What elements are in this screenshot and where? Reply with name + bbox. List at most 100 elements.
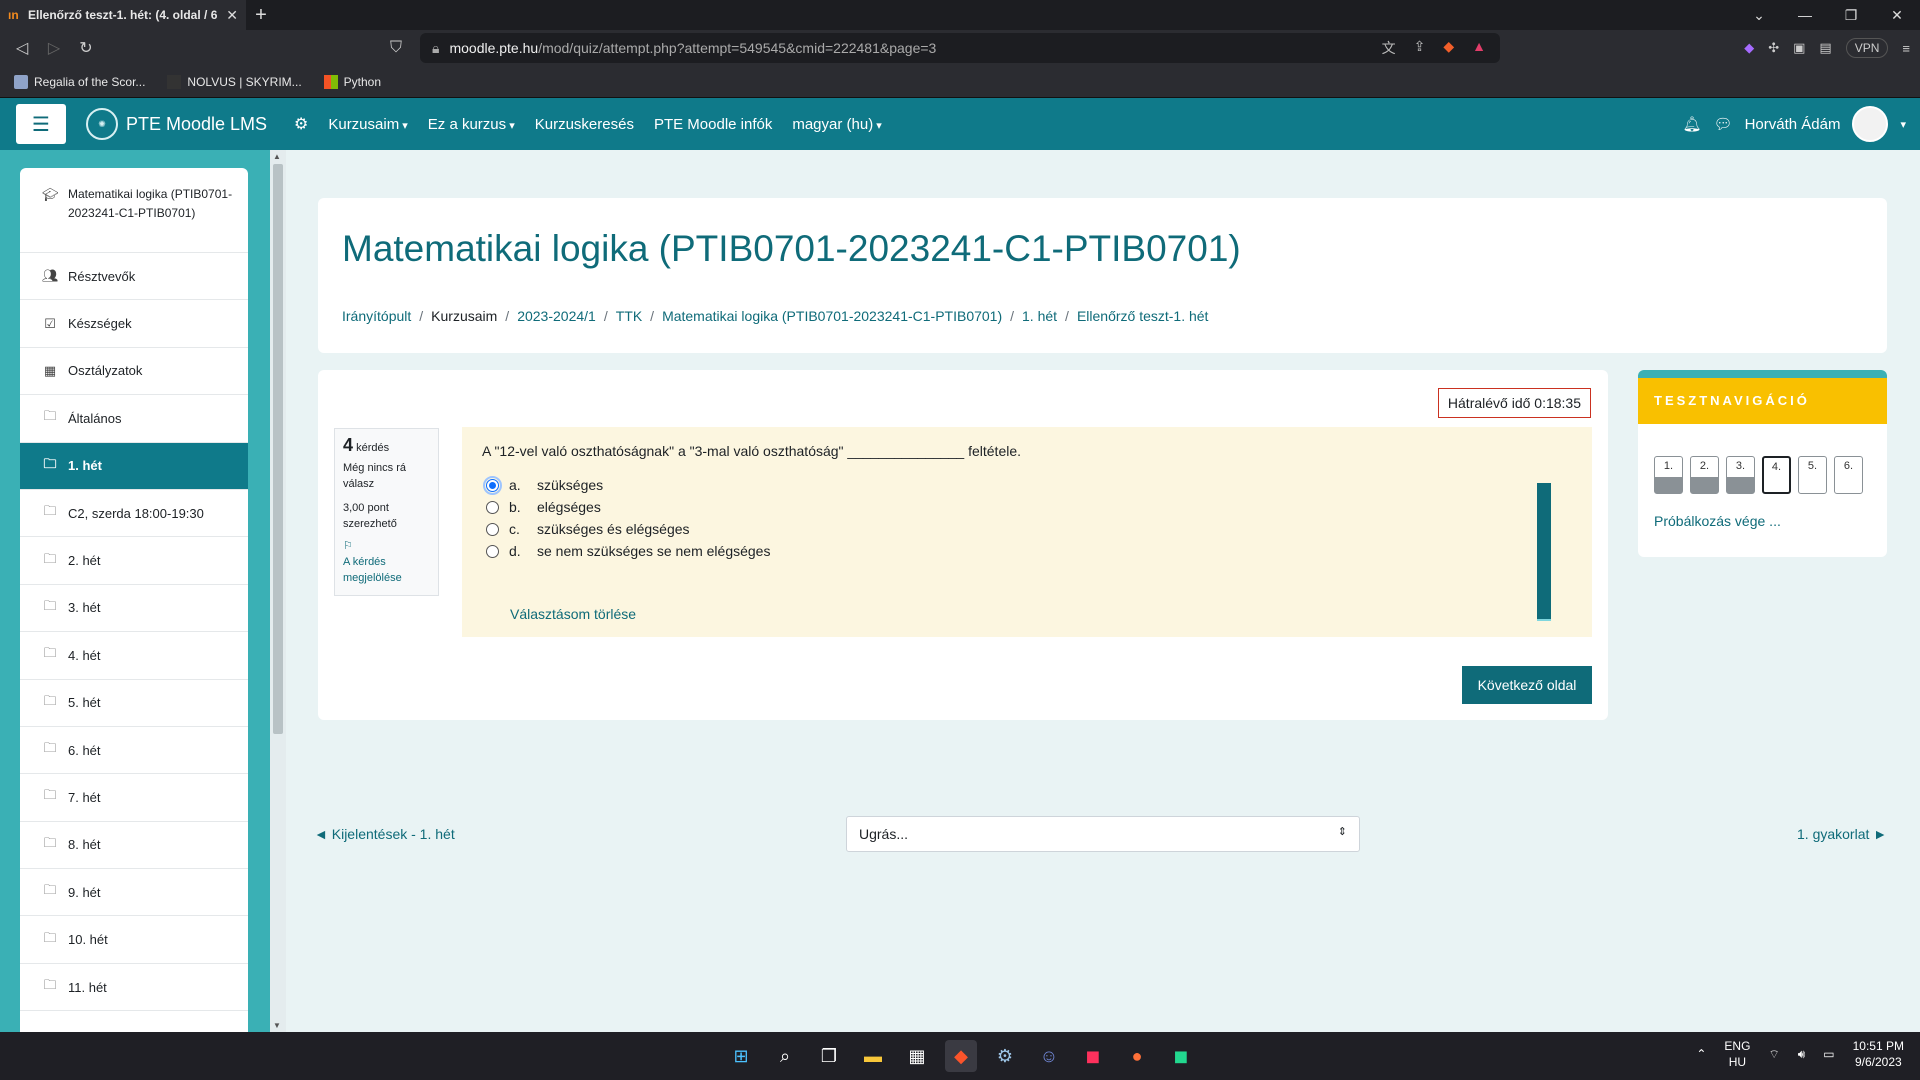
bookmark-item[interactable]: Python [323, 74, 381, 89]
answer-option[interactable]: d. se nem szükséges se nem elégséges [486, 543, 770, 559]
clock[interactable]: 10:51 PM 9/6/2023 [1853, 1038, 1904, 1070]
sidebar-item[interactable]: ▦ Osztályzatok [20, 348, 248, 396]
bookmark-item[interactable]: Regalia of the Scor... [14, 74, 145, 89]
sidebar-item[interactable]: 🗀 9. hét [20, 869, 248, 917]
vpn-button[interactable]: VPN [1845, 38, 1889, 58]
file-explorer-icon[interactable]: ▬ [857, 1040, 889, 1072]
finish-attempt-link[interactable]: Próbálkozás vége ... [1654, 513, 1781, 529]
site-brand[interactable]: ✺ PTE Moodle LMS [86, 108, 267, 140]
firefox-icon[interactable]: ● [1121, 1040, 1153, 1072]
quiz-nav-button[interactable]: 2. [1690, 456, 1719, 494]
wifi-icon[interactable]: ⌔ [1768, 1047, 1779, 1062]
sidebar-scrollbar[interactable]: ▲ ▼ [270, 150, 286, 1032]
sidebar-item[interactable]: 🗀 2. hét [20, 537, 248, 585]
sidebar-item[interactable]: 🗀 7. hét [20, 774, 248, 822]
answer-radio[interactable] [486, 500, 499, 514]
clear-choice-link[interactable]: Választásom törlése [510, 606, 636, 622]
new-tab-button[interactable]: + [246, 0, 276, 30]
quiz-nav-button[interactable]: 4. [1762, 456, 1791, 494]
search-icon[interactable]: ⌕ [769, 1040, 801, 1072]
bell-icon[interactable]: 🔔︎ [1683, 115, 1702, 133]
close-tab-icon[interactable]: ✕ [226, 7, 238, 24]
jump-to-select[interactable]: Ugrás... ⇕ [846, 816, 1360, 852]
prev-activity-link[interactable]: ◄ Kijelentések - 1. hét [314, 826, 455, 842]
sidebar-item[interactable]: 🗀 C2, szerda 18:00-19:30 [20, 490, 248, 538]
quiz-nav-button[interactable]: 6. [1834, 456, 1863, 494]
browser-tab[interactable]: ın Ellenőrző teszt-1. hét: (4. oldal / 6… [0, 0, 246, 30]
sidebar-item[interactable]: 🗀 8. hét [20, 822, 248, 870]
breadcrumb-item[interactable]: Ellenőrző teszt-1. hét [1077, 308, 1209, 324]
close-window-icon[interactable]: ✕ [1874, 0, 1920, 30]
wallet-icon[interactable]: ▤ [1819, 40, 1831, 56]
flag-question-link[interactable]: ⚐ A kérdés megjelölése [343, 538, 430, 586]
steam-icon[interactable]: ⚙ [989, 1040, 1021, 1072]
windows-start-icon[interactable]: ⊞ [725, 1040, 757, 1072]
scroll-down-icon[interactable]: ▼ [273, 1021, 281, 1030]
breadcrumb-item[interactable]: 1. hét [1022, 308, 1057, 324]
back-icon[interactable]: ◁ [6, 32, 38, 64]
answer-option[interactable]: a. szükséges [483, 475, 603, 495]
breadcrumb-item[interactable]: TTK [616, 308, 642, 324]
translate-icon[interactable]: 文 [1382, 38, 1396, 58]
intellij-icon[interactable]: ◼ [1077, 1040, 1109, 1072]
answer-radio[interactable] [486, 522, 499, 536]
quiz-nav-button[interactable]: 3. [1726, 456, 1755, 494]
maximize-icon[interactable]: ❐ [1828, 0, 1874, 30]
next-page-button[interactable]: Következő oldal [1462, 666, 1592, 704]
answer-radio[interactable] [483, 475, 502, 495]
sidebar-item[interactable]: 🗀 11. hét [20, 964, 248, 1012]
brave-shield-icon[interactable]: ◆ [1443, 38, 1454, 58]
browser-menu-icon[interactable]: ≡ [1902, 41, 1910, 56]
sidebar-item[interactable]: 🗀 10. hét [20, 916, 248, 964]
language-indicator[interactable]: ENG HU [1724, 1038, 1750, 1070]
breadcrumb-item[interactable]: Irányítópult [342, 308, 411, 324]
menu-item-my-courses[interactable]: Kurzusaim [328, 116, 407, 133]
scroll-up-icon[interactable]: ▲ [273, 152, 281, 161]
menu-item-this-course[interactable]: Ez a kurzus [428, 116, 515, 133]
breadcrumb-item[interactable]: 2023-2024/1 [517, 308, 596, 324]
sidebar-item[interactable]: 👥︎ Résztvevők [20, 253, 248, 301]
reload-icon[interactable]: ↻ [70, 32, 102, 64]
extension-icon[interactable]: ◆ [1744, 40, 1754, 56]
tab-search-icon[interactable]: ⌄ [1736, 0, 1782, 30]
sidebar-item[interactable]: 🗀 6. hét [20, 727, 248, 775]
quiz-nav-button[interactable]: 5. [1798, 456, 1827, 494]
sidebar-item[interactable]: 🗀 4. hét [20, 632, 248, 680]
sidebar-item[interactable]: 🗀 Általános [20, 395, 248, 443]
sidebar-item[interactable]: ☑ Készségek [20, 300, 248, 348]
sidebar-item[interactable]: 🗀 3. hét [20, 585, 248, 633]
clion-icon[interactable]: ◼ [1165, 1040, 1197, 1072]
answer-option[interactable]: c. szükséges és elégséges [486, 521, 690, 537]
bookmark-item[interactable]: NOLVUS | SKYRIM... [167, 74, 302, 89]
forward-icon[interactable]: ▷ [38, 32, 70, 64]
menu-item-info[interactable]: PTE Moodle infók [654, 116, 772, 133]
settings-icon[interactable]: ⚙ [294, 114, 308, 134]
volume-icon[interactable]: 🔊︎ [1798, 1047, 1806, 1062]
minimize-icon[interactable]: — [1782, 0, 1828, 30]
next-activity-link[interactable]: 1. gyakorlat ► [1797, 826, 1887, 842]
avatar[interactable] [1852, 106, 1889, 142]
user-name[interactable]: Horváth Ádám [1745, 116, 1841, 133]
brave-rewards-icon[interactable]: ▲ [1472, 38, 1486, 58]
scrollbar-thumb[interactable] [273, 164, 283, 734]
breadcrumb-item[interactable]: Matematikai logika (PTIB0701-2023241-C1-… [662, 308, 1002, 324]
store-icon[interactable]: ▦ [901, 1040, 933, 1072]
drawer-toggle-button[interactable]: ☰ [16, 104, 66, 144]
menu-item-course-search[interactable]: Kurzuskeresés [535, 116, 634, 133]
puzzle-icon[interactable]: ✣ [1768, 40, 1779, 56]
menu-item-language[interactable]: magyar (hu) [792, 116, 881, 133]
answer-radio[interactable] [486, 544, 499, 558]
chevron-down-icon[interactable]: ▾ [1900, 118, 1906, 131]
quiz-nav-button[interactable]: 1. [1654, 456, 1683, 494]
battery-icon[interactable]: ▭ [1823, 1047, 1834, 1061]
share-icon[interactable]: ⇪ [1414, 38, 1426, 58]
task-view-icon[interactable]: ❐ [813, 1040, 845, 1072]
discord-icon[interactable]: ☺ [1033, 1040, 1065, 1072]
sidebar-icon[interactable]: ▣ [1793, 40, 1805, 56]
tray-chevron-icon[interactable]: ⌃ [1696, 1047, 1706, 1061]
sidebar-item[interactable]: 🗀 1. hét [20, 442, 248, 490]
sidebar-item[interactable]: 🗀 5. hét [20, 680, 248, 727]
answer-option[interactable]: b. elégséges [486, 499, 601, 515]
bookmark-page-icon[interactable]: ⛉ [380, 32, 412, 64]
chat-icon[interactable]: 💬︎ [1714, 115, 1733, 133]
